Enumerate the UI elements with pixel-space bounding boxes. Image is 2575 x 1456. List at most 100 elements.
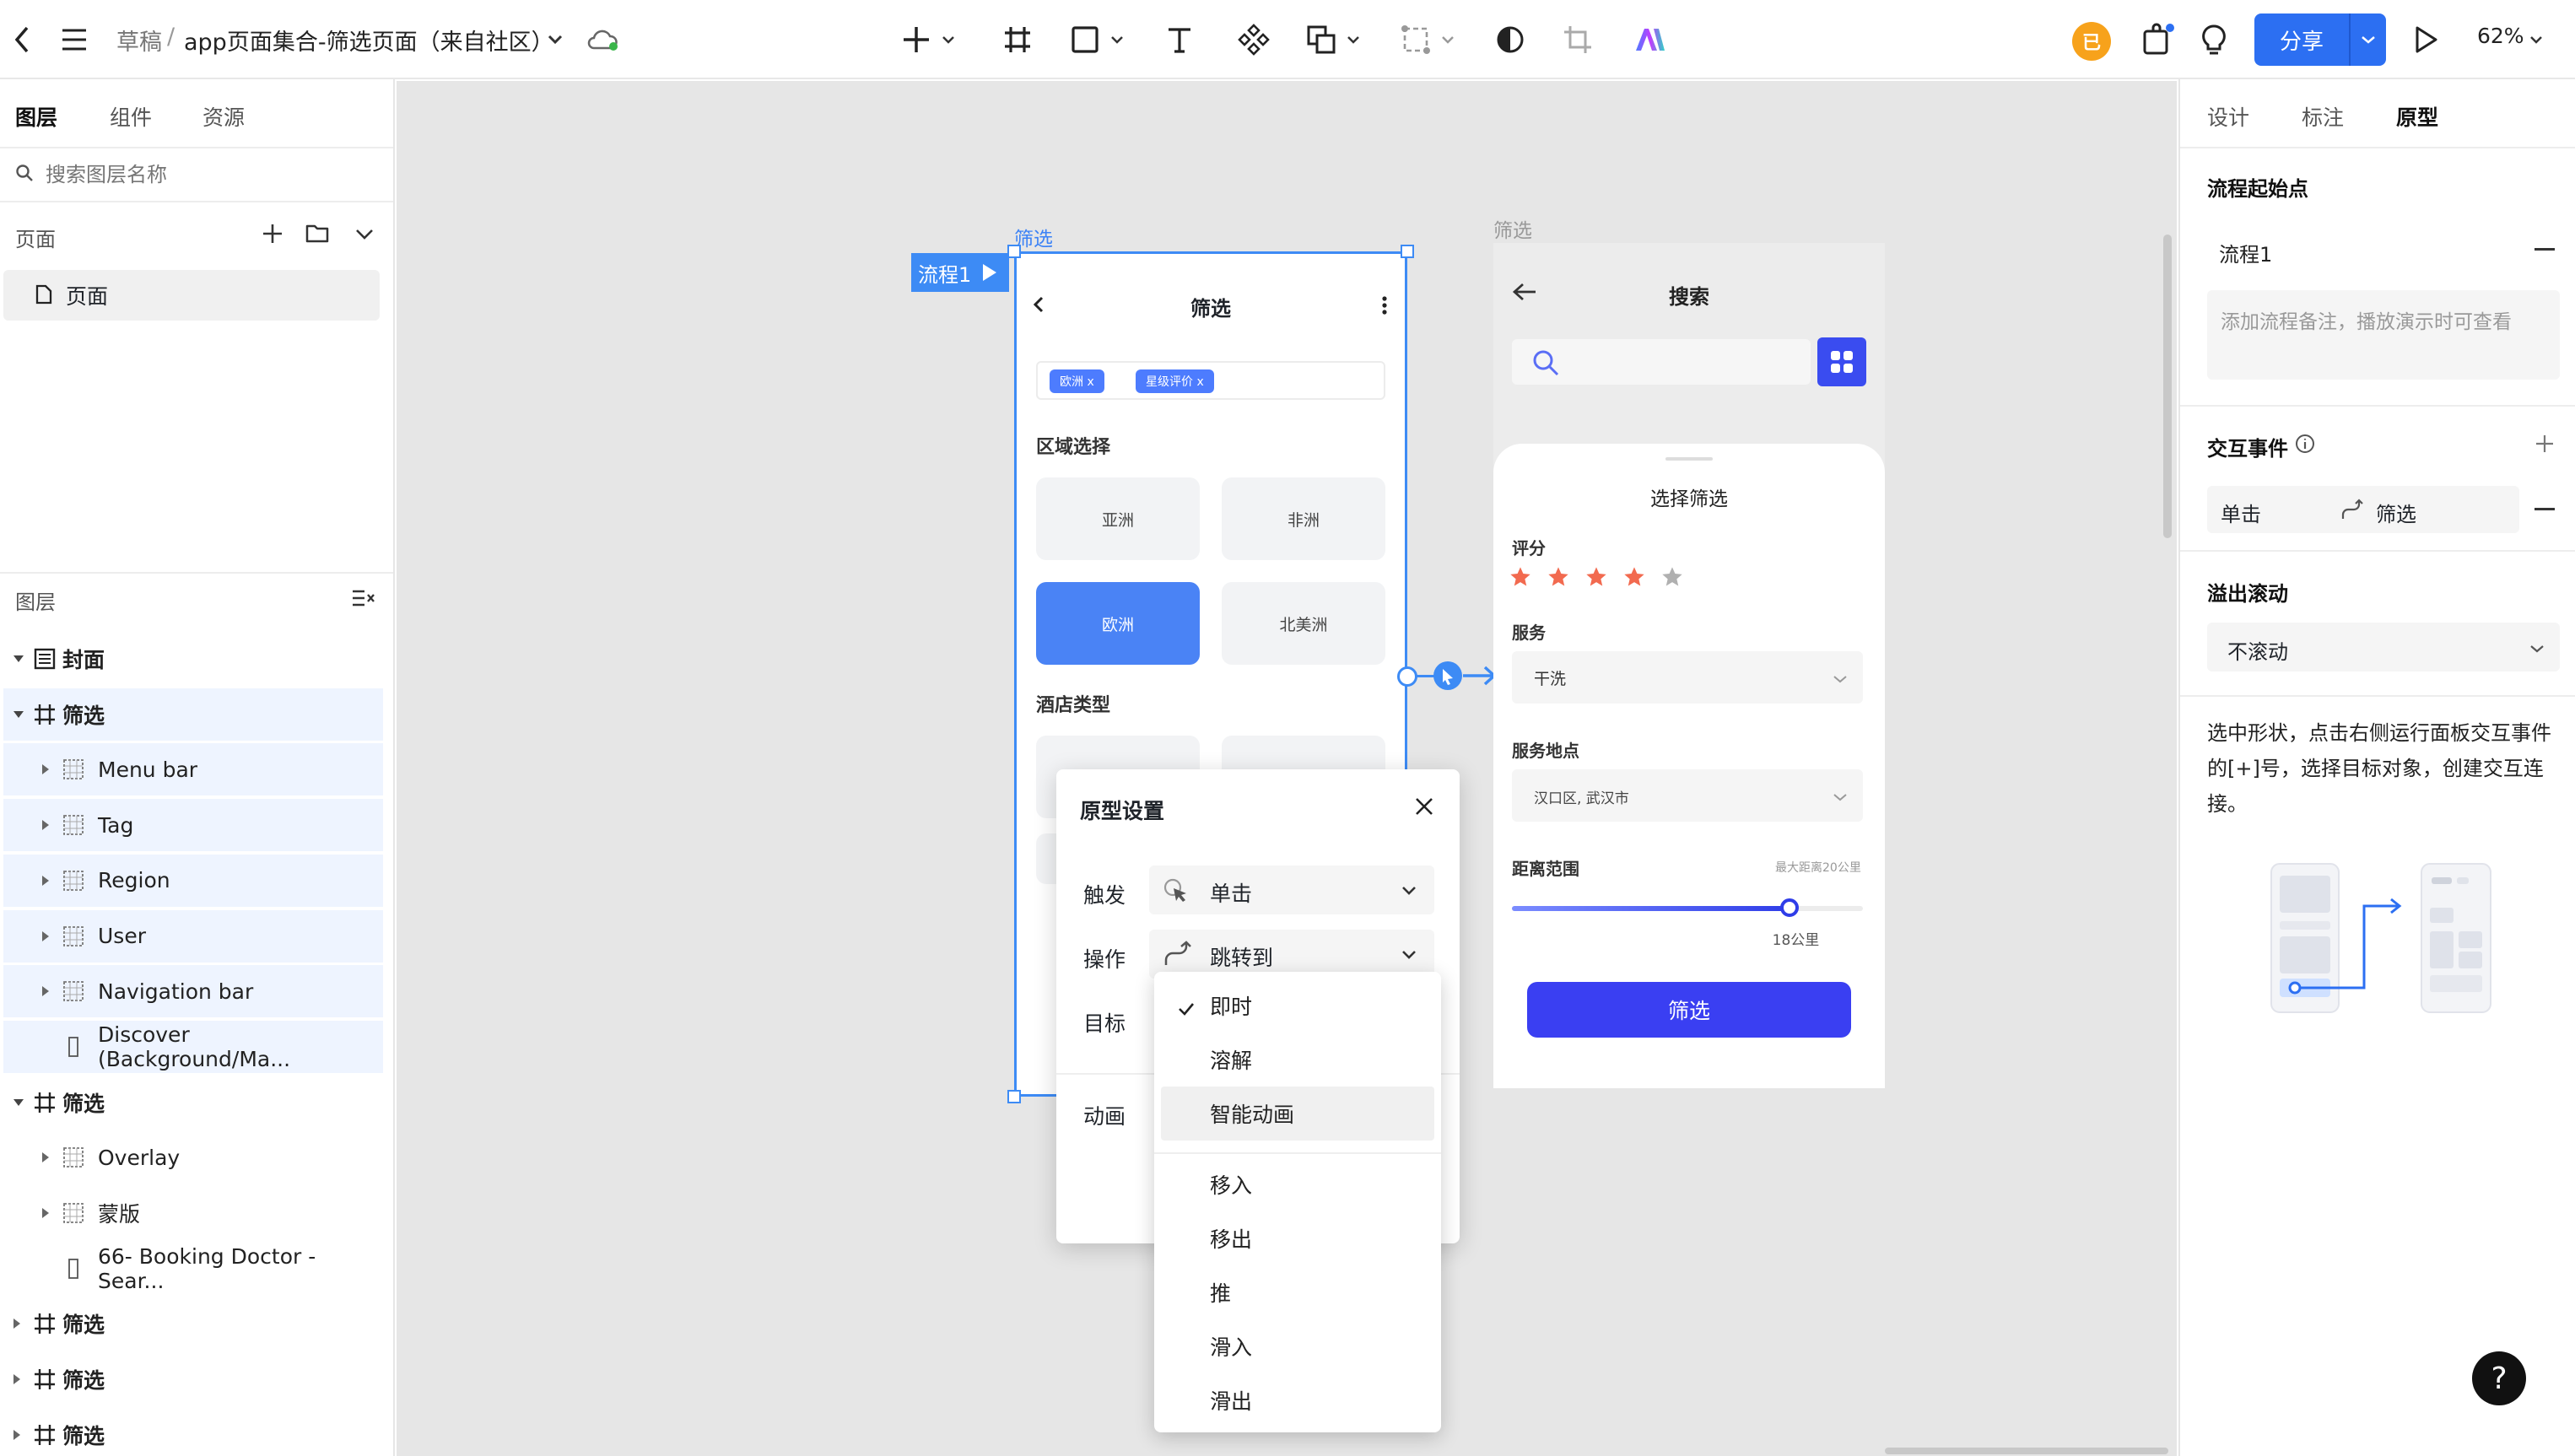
contrast-tool-icon[interactable] <box>1493 23 1527 57</box>
sheet-grabber[interactable] <box>1665 457 1713 461</box>
collapse-caret-icon[interactable] <box>42 820 49 831</box>
menu-item-slide-in[interactable]: 滑入 <box>1154 1319 1441 1373</box>
interaction-row[interactable]: 单击 筛选 <box>2207 486 2519 533</box>
resize-handle[interactable] <box>1401 245 1414 258</box>
boolean-tool-icon[interactable] <box>1304 23 1338 57</box>
vertical-scrollbar[interactable] <box>2163 235 2172 538</box>
collapse-caret-icon[interactable] <box>42 930 49 941</box>
layer-row[interactable]: 筛选 <box>3 1353 383 1405</box>
tag-input[interactable]: 欧洲 x 星级评价 x <box>1036 361 1385 400</box>
collapse-caret-icon[interactable] <box>13 1374 20 1385</box>
tab-prototype[interactable]: 原型 <box>2396 101 2438 132</box>
resize-handle[interactable] <box>1007 245 1021 258</box>
collapse-caret-icon[interactable] <box>42 986 49 997</box>
ai-plugin-icon[interactable] <box>1633 23 1667 57</box>
trigger-select[interactable]: 单击 <box>1149 866 1434 914</box>
collapse-caret-icon[interactable] <box>42 1208 49 1218</box>
boolean-chevron-icon[interactable] <box>1343 23 1363 57</box>
lightbulb-icon[interactable] <box>2197 23 2231 57</box>
filter-screen-2[interactable]: 搜索 选择筛选 评分 服务 干洗 服务地点 汉口区, 武汉市 距离范围 最大距离… <box>1493 243 1885 1088</box>
expand-caret-icon[interactable] <box>13 710 24 718</box>
layer-row[interactable]: 筛选 <box>3 1297 383 1350</box>
play-presentation-icon[interactable] <box>2410 23 2443 57</box>
breadcrumb-root[interactable]: 草稿 <box>116 24 162 57</box>
tab-annotate[interactable]: 标注 <box>2302 101 2344 132</box>
mask-chevron-icon[interactable] <box>1438 23 1458 57</box>
rating-stars[interactable] <box>1509 565 1694 590</box>
region-option-selected[interactable]: 欧洲 <box>1036 582 1200 665</box>
flow-start-tag[interactable]: 流程1 <box>911 253 1009 292</box>
star-filled-icon[interactable] <box>1622 565 1646 592</box>
frame-tool-icon[interactable] <box>1001 23 1034 57</box>
flow-name[interactable]: 流程1 <box>2219 238 2272 267</box>
add-page-icon[interactable] <box>262 223 285 246</box>
location-select[interactable]: 汉口区, 武汉市 <box>1512 769 1863 822</box>
star-filled-icon[interactable] <box>1509 565 1532 592</box>
distance-slider-thumb[interactable] <box>1779 898 1799 917</box>
layer-row[interactable]: 蒙版 <box>3 1187 383 1239</box>
pages-collapse-chevron-icon[interactable] <box>354 228 376 245</box>
menu-item-move-in[interactable]: 移入 <box>1154 1157 1441 1211</box>
layer-row[interactable]: Navigation bar <box>3 965 383 1018</box>
zoom-level[interactable]: 62% <box>2477 24 2524 48</box>
layer-row[interactable]: Tag <box>3 799 383 852</box>
horizontal-scrollbar[interactable] <box>1885 1448 2168 1454</box>
info-icon[interactable] <box>2295 434 2317 456</box>
file-title[interactable]: app页面集合-筛选页面（来自社区） <box>184 24 554 57</box>
menu-item-slide-out[interactable]: 滑出 <box>1154 1373 1441 1427</box>
menu-item-dissolve[interactable]: 溶解 <box>1154 1033 1441 1087</box>
star-filled-icon[interactable] <box>1547 565 1570 592</box>
tab-components[interactable]: 组件 <box>110 101 152 132</box>
share-button[interactable]: 分享 <box>2254 13 2349 66</box>
plugins-icon[interactable] <box>2141 23 2175 57</box>
search-field[interactable] <box>1512 339 1811 385</box>
region-option[interactable]: 非洲 <box>1222 477 1385 560</box>
star-filled-icon[interactable] <box>1584 565 1608 592</box>
frame-label-filter-2[interactable]: 筛选 <box>1493 214 1532 243</box>
connector-arrow-icon[interactable] <box>1433 655 1497 695</box>
remove-flow-icon[interactable] <box>2535 248 2555 251</box>
tag-chip[interactable]: 欧洲 x <box>1050 369 1104 393</box>
star-empty-icon[interactable] <box>1660 565 1684 592</box>
expand-caret-icon[interactable] <box>13 1098 24 1106</box>
user-avatar[interactable]: 已 <box>2072 22 2111 61</box>
crop-tool-icon[interactable] <box>1561 23 1595 57</box>
collapse-caret-icon[interactable] <box>13 1429 20 1440</box>
menu-item-push[interactable]: 推 <box>1154 1265 1441 1319</box>
connector-anchor[interactable] <box>1397 666 1417 687</box>
zoom-chevron-icon[interactable] <box>2526 23 2546 57</box>
help-button[interactable]: ? <box>2472 1351 2526 1405</box>
close-icon[interactable] <box>1414 796 1438 820</box>
rectangle-tool-icon[interactable] <box>1068 23 1102 57</box>
layer-row[interactable]: Menu bar <box>3 743 383 796</box>
layer-row[interactable]: 筛选 <box>3 1409 383 1456</box>
region-option[interactable]: 北美洲 <box>1222 582 1385 665</box>
layer-row[interactable]: Region <box>3 854 383 907</box>
menu-item-move-out[interactable]: 移出 <box>1154 1211 1441 1265</box>
layer-row[interactable]: 筛选 <box>3 1076 383 1129</box>
design-canvas[interactable]: 筛选 筛选 流程1 筛选 欧洲 x 星级评价 x 区域选择 亚洲 非洲 欧洲 北… <box>397 81 2177 1456</box>
menu-item-smart-animate[interactable]: 智能动画 <box>1161 1087 1434 1141</box>
region-option[interactable]: 亚洲 <box>1036 477 1200 560</box>
back-chevron-icon[interactable] <box>5 23 39 57</box>
mask-tool-icon[interactable] <box>1399 23 1433 57</box>
resize-handle[interactable] <box>1007 1090 1021 1103</box>
add-tool-icon[interactable] <box>899 23 933 57</box>
collapse-caret-icon[interactable] <box>13 1318 20 1329</box>
text-tool-icon[interactable] <box>1163 23 1196 57</box>
collapse-caret-icon[interactable] <box>42 764 49 775</box>
more-vertical-icon[interactable] <box>1382 295 1389 317</box>
title-chevron-down-icon[interactable] <box>538 23 572 57</box>
layer-row[interactable]: User <box>3 909 383 963</box>
page-list-item[interactable]: 页面 <box>3 270 380 321</box>
service-select[interactable]: 干洗 <box>1512 651 1863 704</box>
expand-caret-icon[interactable] <box>13 655 24 662</box>
shape-tool-chevron-icon[interactable] <box>1107 23 1127 57</box>
collapse-caret-icon[interactable] <box>42 1152 49 1163</box>
layer-row[interactable]: Overlay <box>3 1131 383 1184</box>
layer-row[interactable]: 66- Booking Doctor - Sear... <box>3 1243 383 1295</box>
folder-icon[interactable] <box>305 223 331 246</box>
collapse-caret-icon[interactable] <box>42 875 49 886</box>
remove-interaction-icon[interactable] <box>2535 508 2555 510</box>
flow-note-textarea[interactable]: 添加流程备注，播放演示时可查看 <box>2207 290 2560 380</box>
